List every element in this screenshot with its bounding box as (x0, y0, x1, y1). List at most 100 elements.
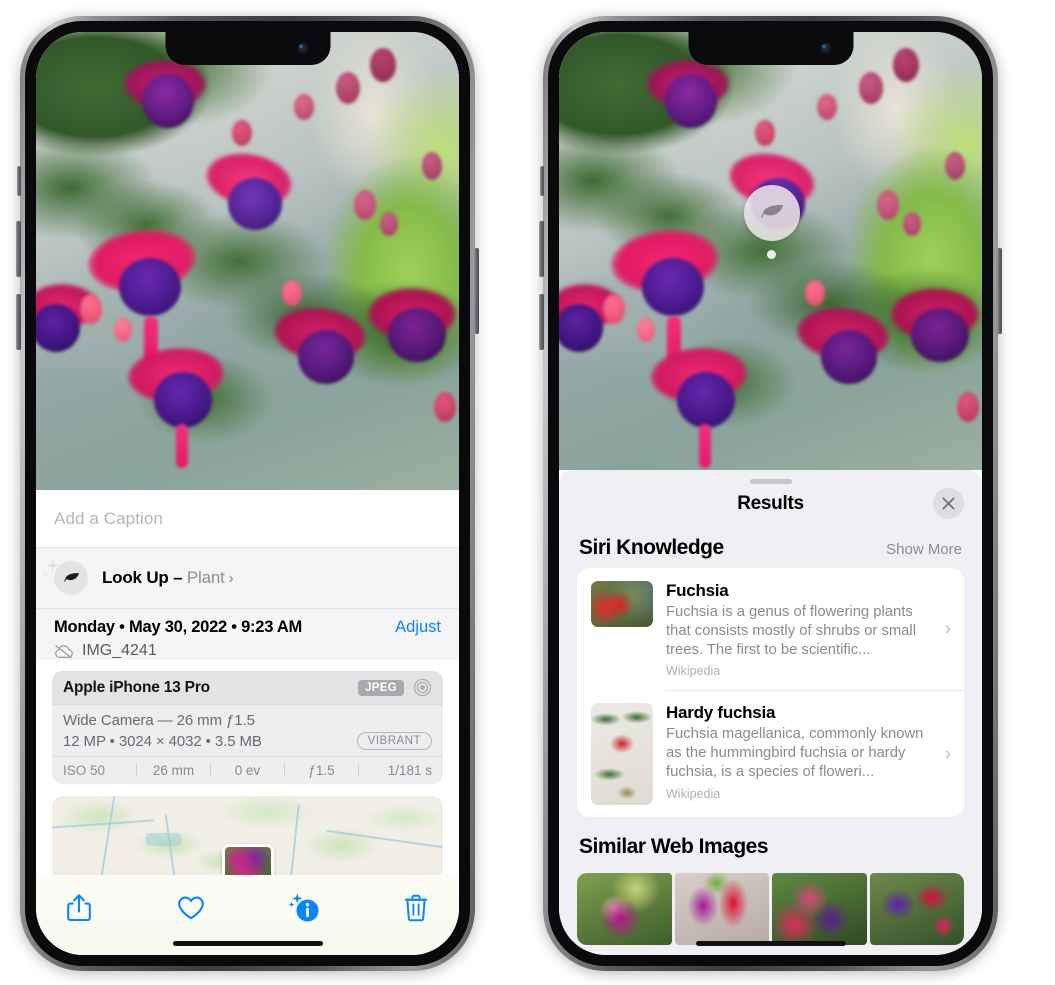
knowledge-item[interactable]: Hardy fuchsia Fuchsia magellanica, commo… (577, 690, 964, 817)
knowledge-description: Fuchsia magellanica, commonly known as t… (666, 726, 924, 780)
chevron-right-icon[interactable]: › (945, 743, 951, 764)
look-up-prefix: Look Up – (102, 568, 187, 587)
caption-placeholder[interactable]: Add a Caption (54, 509, 163, 529)
knowledge-text: Fuchsia Fuchsia is a genus of flowering … (666, 581, 950, 678)
camera-info-card[interactable]: Apple iPhone 13 Pro JPEG Wide Camera — 2… (52, 671, 443, 784)
info-button[interactable] (287, 891, 321, 925)
photo-info-sheet: Add a Caption Look Up – Plant › Monday •… (36, 490, 459, 955)
look-up-row[interactable]: Look Up – Plant › (36, 548, 459, 608)
chevron-right-icon[interactable]: › (229, 570, 234, 587)
screen-left: Add a Caption Look Up – Plant › Monday •… (36, 32, 459, 955)
photo-date: Monday • May 30, 2022 • 9:23 AM (54, 618, 303, 636)
knowledge-title: Fuchsia (666, 581, 729, 600)
volume-down-button[interactable] (539, 294, 544, 350)
iphone-right-device: Results Siri Knowledge Show More Fuchsia… (539, 16, 1002, 971)
photo-image (36, 32, 459, 490)
exif-iso: ISO 50 (63, 763, 106, 778)
trash-icon (404, 894, 428, 922)
metadata-block: Monday • May 30, 2022 • 9:23 AM Adjust I… (36, 608, 459, 660)
visual-look-up-pointer (767, 250, 776, 259)
front-camera-icon (820, 43, 831, 54)
section-title-similar-web-images: Similar Web Images (579, 835, 769, 859)
notch-right (688, 32, 853, 65)
notch-left (165, 32, 330, 65)
look-up-subject: Plant (186, 568, 225, 587)
leaf-icon (41, 558, 88, 595)
device-bezel-right: Results Siri Knowledge Show More Fuchsia… (548, 21, 993, 966)
device-bezel-left: Add a Caption Look Up – Plant › Monday •… (25, 21, 470, 966)
similar-image[interactable] (577, 873, 672, 946)
photo-viewer[interactable] (559, 32, 982, 470)
screenshot-root: Add a Caption Look Up – Plant › Monday •… (0, 0, 1055, 985)
knowledge-description: Fuchsia is a genus of flowering plants t… (666, 604, 916, 658)
close-icon (942, 497, 955, 510)
photo-viewer[interactable] (36, 32, 459, 490)
share-button[interactable] (62, 891, 96, 925)
fuchsia-thumbnail (591, 581, 653, 627)
similar-image[interactable] (772, 873, 867, 946)
sparkle-small-icon (41, 570, 50, 579)
similar-image[interactable] (674, 873, 769, 946)
results-header: Results (559, 484, 982, 524)
knowledge-source: Wikipedia (666, 786, 721, 801)
knowledge-source: Wikipedia (666, 664, 721, 679)
photo-filename: IMG_4241 (82, 642, 157, 659)
home-indicator[interactable] (172, 941, 323, 946)
camera-card-header: Apple iPhone 13 Pro JPEG (52, 671, 443, 705)
icloud-slash-icon (55, 644, 73, 658)
look-up-label: Look Up – Plant › (102, 568, 234, 588)
results-title: Results (737, 493, 804, 514)
delete-button[interactable] (399, 891, 433, 925)
camera-model: Apple iPhone 13 Pro (63, 678, 210, 696)
exif-shutter: 1/181 s (387, 763, 432, 778)
close-button[interactable] (933, 488, 964, 519)
chevron-right-icon[interactable]: › (945, 619, 951, 640)
lens-info: Wide Camera — 26 mm ƒ1.5 (63, 712, 255, 729)
volume-up-button[interactable] (16, 221, 21, 277)
exif-aperture: ƒ1.5 (308, 763, 335, 778)
heart-icon (178, 896, 205, 920)
camera-card-body: Wide Camera — 26 mm ƒ1.5 12 MP • 3024 × … (52, 705, 443, 756)
front-camera-icon (297, 43, 308, 54)
side-power-button[interactable] (997, 248, 1002, 334)
similar-image[interactable] (869, 873, 964, 946)
exif-row: ISO 50 26 mm 0 ev ƒ1.5 1/181 s (52, 756, 443, 784)
photographic-style-badge: VIBRANT (356, 732, 432, 750)
screen-right: Results Siri Knowledge Show More Fuchsia… (559, 32, 982, 955)
adjust-date-button[interactable]: Adjust (395, 618, 441, 637)
home-indicator[interactable] (695, 941, 846, 946)
silent-switch[interactable] (540, 166, 544, 196)
aperture-icon[interactable] (413, 678, 432, 697)
map-photo-thumbnail[interactable] (221, 844, 274, 876)
exif-focal: 26 mm (152, 763, 195, 778)
image-size-info: 12 MP • 3024 × 4032 • 3.5 MB (63, 732, 262, 750)
hardy-fuchsia-thumbnail (591, 703, 653, 806)
results-sheet: Results Siri Knowledge Show More Fuchsia… (559, 470, 982, 955)
leaf-icon (761, 205, 784, 218)
siri-knowledge-header: Siri Knowledge Show More (559, 524, 982, 568)
favorite-button[interactable] (174, 891, 208, 925)
visual-look-up-badge[interactable] (744, 185, 800, 241)
location-map[interactable] (52, 796, 443, 876)
silent-switch[interactable] (17, 166, 21, 196)
side-power-button[interactable] (474, 248, 479, 334)
iphone-left-device: Add a Caption Look Up – Plant › Monday •… (16, 16, 479, 971)
similar-web-images-strip[interactable] (559, 873, 982, 946)
knowledge-text: Hardy fuchsia Fuchsia magellanica, commo… (666, 703, 950, 800)
caption-field-row[interactable]: Add a Caption (36, 490, 459, 548)
siri-knowledge-card: Fuchsia Fuchsia is a genus of flowering … (577, 568, 964, 818)
leaf-glyph-icon (63, 572, 79, 582)
exif-ev: 0 ev (234, 763, 261, 778)
section-title-siri-knowledge: Siri Knowledge (579, 536, 724, 559)
share-icon (67, 894, 91, 922)
volume-up-button[interactable] (539, 221, 544, 277)
similar-web-images-header: Similar Web Images (559, 817, 982, 867)
sparkle-icon (46, 558, 59, 573)
format-badge: JPEG (358, 679, 404, 696)
knowledge-title: Hardy fuchsia (666, 703, 776, 723)
metadata-date-row: Monday • May 30, 2022 • 9:23 AM Adjust (54, 618, 441, 637)
knowledge-item[interactable]: Fuchsia Fuchsia is a genus of flowering … (577, 568, 964, 690)
volume-down-button[interactable] (16, 294, 21, 350)
filename-row: IMG_4241 (54, 642, 441, 660)
show-more-button[interactable]: Show More (886, 541, 962, 558)
